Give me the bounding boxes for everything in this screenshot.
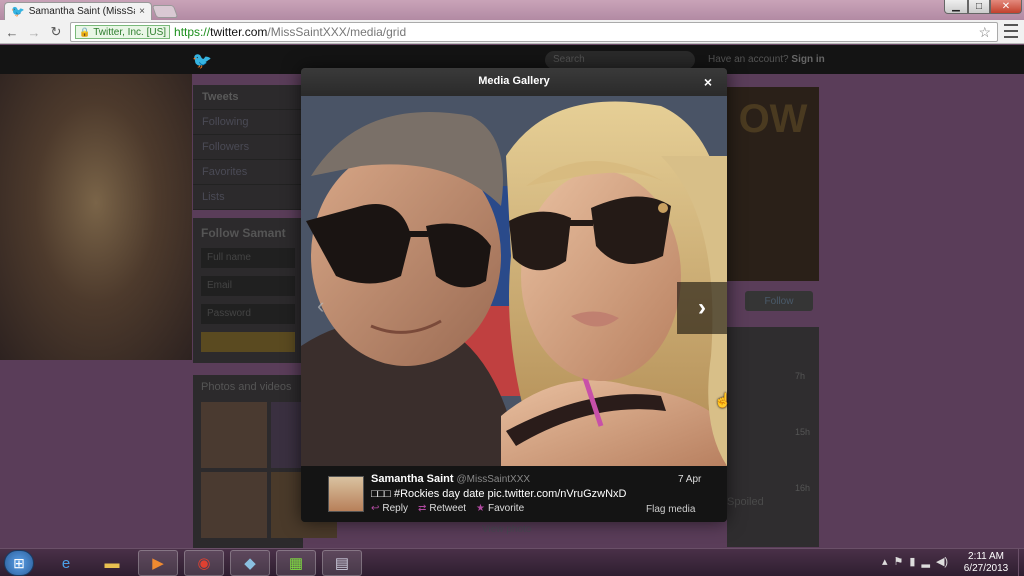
media-gallery-modal: Media Gallery × Samantha Saint @MissSain… bbox=[301, 68, 727, 522]
bookmark-star-icon[interactable]: ☆ bbox=[978, 24, 991, 41]
email-field[interactable]: Email bbox=[201, 276, 295, 296]
tweet-text: Spoiled bbox=[727, 496, 764, 508]
promo-image: OW bbox=[727, 87, 819, 281]
menu-icon[interactable] bbox=[1004, 24, 1018, 38]
media-player-icon[interactable]: ▶ bbox=[138, 550, 178, 576]
forward-icon[interactable]: → bbox=[25, 23, 43, 41]
modal-header: Media Gallery × bbox=[301, 68, 727, 96]
ev-certificate-badge[interactable]: 🔒 Twitter, Inc. [US] bbox=[75, 25, 171, 39]
retweet-button[interactable]: ⇄ Retweet bbox=[418, 503, 466, 514]
taskbar: ⊞ e ▬ ▶ ◉ ◆ ▦ ▤ ▴ ⚑ ▮ ▂ ◀) 2:11 AM 6/27/… bbox=[0, 548, 1024, 576]
view-photo-link[interactable]: View photo bbox=[482, 524, 531, 535]
browser-toolbar: ← → ↻ 🔒 Twitter, Inc. [US] https://twitt… bbox=[0, 20, 1024, 44]
tab-title: Samantha Saint (MissSain bbox=[28, 6, 136, 17]
twitter-bird-icon: 🐦 bbox=[11, 6, 25, 18]
chevron-left-icon[interactable]: ‹ bbox=[317, 293, 324, 319]
tab-close-icon[interactable]: × bbox=[139, 6, 145, 17]
tweet-time[interactable]: 16h bbox=[795, 483, 810, 493]
volume-icon[interactable]: ◀) bbox=[936, 555, 948, 568]
photos-title[interactable]: Photos and videos bbox=[201, 381, 295, 393]
clock-time: 2:11 AM bbox=[968, 551, 1004, 562]
nav-following[interactable]: Following bbox=[193, 110, 303, 135]
signup-button[interactable] bbox=[201, 332, 295, 352]
chevron-right-icon[interactable]: › bbox=[677, 282, 727, 334]
photo-illustration bbox=[301, 96, 727, 466]
flag-icon[interactable]: ⚑ bbox=[894, 555, 904, 568]
url-scheme: https:// bbox=[174, 25, 211, 39]
flag-media-link[interactable]: Flag media bbox=[646, 504, 695, 515]
tweet-details-bar: Samantha Saint @MissSaintXXX 7 Apr □□□ #R… bbox=[301, 466, 727, 522]
favorite-button[interactable]: ★ Favorite bbox=[476, 503, 524, 514]
retweet-label: Retweet bbox=[429, 503, 467, 514]
ev-badge-text: Twitter, Inc. [US] bbox=[93, 26, 167, 38]
window-close-button[interactable]: ✕ bbox=[990, 0, 1022, 14]
reply-button[interactable]: ↩ Reply bbox=[371, 503, 408, 514]
url-text[interactable]: https://twitter.com/MissSaintXXX/media/g… bbox=[174, 25, 406, 39]
tweet-author[interactable]: Samantha Saint @MissSaintXXX bbox=[371, 473, 530, 485]
password-field[interactable]: Password bbox=[201, 304, 295, 324]
ie-icon[interactable]: e bbox=[46, 550, 86, 576]
have-account-text: Have an account? bbox=[708, 54, 789, 65]
nav-followers[interactable]: Followers bbox=[193, 135, 303, 160]
back-icon[interactable]: ← bbox=[3, 23, 21, 41]
url-host: twitter.com bbox=[210, 25, 268, 39]
full-name-field[interactable]: Full name bbox=[201, 248, 295, 268]
nav-tweets[interactable]: Tweets bbox=[193, 85, 303, 110]
reload-icon[interactable]: ↻ bbox=[47, 23, 65, 41]
gallery-photo[interactable] bbox=[301, 96, 727, 466]
show-desktop-button[interactable] bbox=[1018, 549, 1024, 576]
follow-button[interactable]: Follow bbox=[745, 291, 813, 311]
signin-prompt[interactable]: Have an account? Sign in bbox=[708, 54, 825, 65]
tweet-text: □□□ #Rockies day date pic.twitter.com/nV… bbox=[371, 488, 627, 500]
calculator-icon[interactable]: ▤ bbox=[322, 550, 362, 576]
url-path: /MissSaintXXX/media/grid bbox=[267, 25, 407, 39]
clock-date: 6/27/2013 bbox=[963, 563, 1009, 574]
app-icon[interactable]: ▦ bbox=[276, 550, 316, 576]
close-icon[interactable]: × bbox=[699, 73, 717, 91]
author-handle[interactable]: @MissSaintXXX bbox=[457, 474, 531, 485]
profile-nav: Tweets Following Followers Favorites Lis… bbox=[193, 85, 303, 210]
battery-icon[interactable]: ▮ bbox=[909, 555, 915, 568]
photo-thumbnail[interactable] bbox=[201, 402, 267, 468]
minimize-button[interactable]: ▁ bbox=[944, 0, 968, 14]
browser-tab[interactable]: 🐦 Samantha Saint (MissSain × bbox=[4, 2, 152, 20]
follow-label: Follow bbox=[764, 295, 794, 307]
twitter-bird-icon[interactable]: 🐦 bbox=[192, 51, 212, 71]
sign-in-link[interactable]: Sign in bbox=[791, 54, 824, 65]
system-clock[interactable]: 2:11 AM 6/27/2013 bbox=[958, 551, 1014, 575]
reply-icon: ↩ bbox=[371, 503, 380, 514]
photo-thumbnail[interactable] bbox=[201, 472, 267, 538]
windows-start-icon[interactable]: ⊞ bbox=[4, 550, 34, 576]
app-icon[interactable]: ◆ bbox=[230, 550, 270, 576]
follow-title: Follow Samant bbox=[201, 226, 286, 240]
modal-title: Media Gallery bbox=[478, 75, 550, 87]
timeline-card bbox=[727, 327, 819, 547]
tab-strip: 🐦 Samantha Saint (MissSain × ▁ □ ✕ bbox=[0, 0, 1024, 20]
profile-background-image bbox=[0, 74, 192, 360]
nav-lists[interactable]: Lists bbox=[193, 185, 303, 210]
retweet-icon: ⇄ bbox=[417, 503, 427, 514]
favorite-label: Favorite bbox=[488, 503, 525, 514]
nav-favorites[interactable]: Favorites bbox=[193, 160, 303, 185]
search-input[interactable]: Search bbox=[545, 51, 695, 69]
signal-icon[interactable]: ▂ bbox=[921, 555, 929, 568]
system-tray: ▴ ⚑ ▮ ▂ ◀) bbox=[882, 555, 948, 568]
lock-icon: 🔒 bbox=[79, 26, 91, 37]
tweet-time[interactable]: 15h bbox=[795, 427, 810, 437]
tweet-actions: ↩ Reply ⇄ Retweet ★ Favorite bbox=[371, 503, 524, 514]
tweet-time[interactable]: 7h bbox=[795, 371, 805, 381]
tweet-date[interactable]: 7 Apr bbox=[678, 474, 701, 485]
follow-signup-panel: Follow Samant Full name Email Password bbox=[193, 218, 303, 363]
cursor-icon: ☝ bbox=[714, 392, 732, 408]
favorite-icon: ★ bbox=[476, 503, 486, 514]
chrome-icon[interactable]: ◉ bbox=[184, 550, 224, 576]
folder-icon[interactable]: ▬ bbox=[92, 550, 132, 576]
avatar[interactable] bbox=[328, 476, 364, 512]
author-name[interactable]: Samantha Saint bbox=[371, 473, 454, 485]
address-bar[interactable]: 🔒 Twitter, Inc. [US] https://twitter.com… bbox=[70, 22, 998, 42]
reply-label: Reply bbox=[382, 503, 408, 514]
new-tab-button[interactable] bbox=[151, 5, 179, 18]
maximize-button[interactable]: □ bbox=[968, 0, 990, 14]
chevron-up-icon[interactable]: ▴ bbox=[882, 555, 888, 568]
